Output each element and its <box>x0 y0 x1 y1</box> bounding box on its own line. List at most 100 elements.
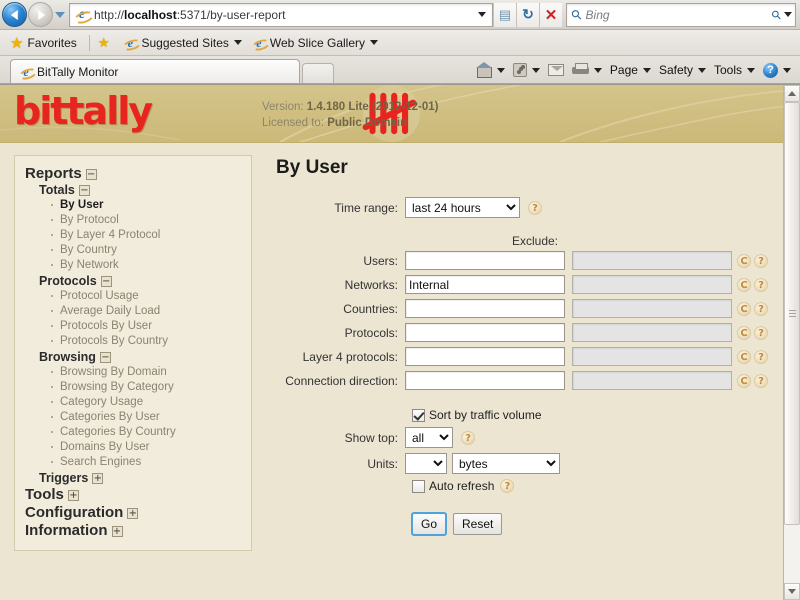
collapse-toggle-icon[interactable]: − <box>100 276 112 287</box>
show-top-select[interactable]: all <box>405 427 453 448</box>
scrollbar-track[interactable] <box>784 102 800 583</box>
print-button[interactable] <box>569 63 605 77</box>
sidebar-group-tools[interactable]: Tools + <box>25 486 245 503</box>
address-dropdown-icon[interactable] <box>474 12 490 17</box>
help-icon[interactable]: ? <box>754 373 768 388</box>
address-input[interactable]: http://localhost:5371/by-user-report <box>69 2 493 27</box>
help-icon[interactable]: ? <box>754 301 768 316</box>
search-input[interactable]: ⚲ Bing ⚲ <box>566 2 796 27</box>
countries-exclude-input[interactable] <box>572 299 732 318</box>
auto-refresh-checkbox[interactable] <box>412 479 425 493</box>
sidebar-subgroup-browsing[interactable]: Browsing − <box>39 350 245 364</box>
countries-input[interactable] <box>405 299 565 318</box>
favorites-item-web-slice-gallery[interactable]: Web Slice Gallery <box>252 36 379 50</box>
layer4-protocols-exclude-input[interactable] <box>572 347 732 366</box>
sidebar-item-by-user[interactable]: By User <box>51 198 245 213</box>
expand-toggle-icon[interactable]: + <box>127 508 139 519</box>
sidebar-item-domains-by-user[interactable]: Domains By User <box>51 440 245 455</box>
help-icon[interactable]: ? <box>754 253 768 268</box>
new-tab-button[interactable] <box>302 63 334 83</box>
sidebar-subgroup-totals[interactable]: Totals − <box>39 183 245 197</box>
sidebar-item-by-protocol[interactable]: By Protocol <box>51 213 245 228</box>
expand-toggle-icon[interactable]: + <box>111 526 123 537</box>
scroll-down-button[interactable] <box>784 583 800 600</box>
clear-icon[interactable]: C <box>737 277 751 292</box>
sidebar-item-by-country[interactable]: By Country <box>51 243 245 258</box>
clear-icon[interactable]: C <box>737 349 751 364</box>
vertical-scrollbar[interactable] <box>783 85 800 600</box>
favorites-item-suggested-sites[interactable]: Suggested Sites <box>123 36 242 50</box>
clear-icon[interactable]: C <box>737 373 751 388</box>
collapse-toggle-icon[interactable]: − <box>78 185 90 196</box>
tools-menu-button[interactable]: Tools <box>711 63 758 77</box>
read-mail-button[interactable] <box>545 64 567 76</box>
units-scale-select[interactable] <box>405 453 447 474</box>
units-type-select[interactable]: bytes <box>452 453 560 474</box>
page-menu-button[interactable]: Page <box>607 63 654 77</box>
home-button[interactable] <box>473 62 508 78</box>
go-button[interactable]: Go <box>410 512 448 536</box>
sidebar-item-protocols-by-country[interactable]: Protocols By Country <box>51 334 245 349</box>
back-button[interactable] <box>2 2 27 27</box>
sidebar-group-information[interactable]: Information + <box>25 522 245 539</box>
help-icon[interactable]: ? <box>754 349 768 364</box>
time-range-select[interactable]: last 24 hours <box>405 197 520 218</box>
users-exclude-input[interactable] <box>572 251 732 270</box>
add-to-favorites-bar-icon[interactable]: ★ <box>98 35 114 51</box>
sidebar-subgroup-protocols[interactable]: Protocols − <box>39 274 245 288</box>
sidebar-item-by-layer-4-protocol[interactable]: By Layer 4 Protocol <box>51 228 245 243</box>
sidebar-item-by-network[interactable]: By Network <box>51 258 245 273</box>
help-icon[interactable]: ? <box>461 430 475 445</box>
sidebar-item-protocols-by-user[interactable]: Protocols By User <box>51 319 245 334</box>
help-menu-button[interactable]: ? <box>760 62 794 78</box>
sidebar-item-categories-by-user[interactable]: Categories By User <box>51 410 245 425</box>
sort-by-traffic-checkbox[interactable] <box>412 408 425 422</box>
expand-toggle-icon[interactable]: + <box>67 490 79 501</box>
help-icon[interactable]: ? <box>500 479 515 493</box>
sidebar-item-average-daily-load[interactable]: Average Daily Load <box>51 304 245 319</box>
sidebar-item-protocol-usage[interactable]: Protocol Usage <box>51 289 245 304</box>
protocols-input[interactable] <box>405 323 565 342</box>
sidebar-group-reports[interactable]: Reports − <box>25 165 245 182</box>
page-viewport: bittally Version: 1.4.180 Lite (2012-12- <box>0 84 800 600</box>
help-icon[interactable]: ? <box>754 325 768 340</box>
protocols-exclude-input[interactable] <box>572 323 732 342</box>
help-icon[interactable]: ? <box>754 277 768 292</box>
forward-button[interactable] <box>28 2 53 27</box>
recent-pages-dropdown[interactable] <box>53 0 67 29</box>
connection-direction-exclude-input[interactable] <box>572 371 732 390</box>
sidebar-subgroup-triggers[interactable]: Triggers + <box>39 471 245 485</box>
collapse-toggle-icon[interactable]: − <box>99 352 111 363</box>
sidebar-group-configuration[interactable]: Configuration + <box>25 504 245 521</box>
expand-toggle-icon[interactable]: + <box>92 473 104 484</box>
collapse-toggle-icon[interactable]: − <box>85 169 97 180</box>
sidebar-item-browsing-by-domain[interactable]: Browsing By Domain <box>51 365 245 380</box>
sidebar-item-browsing-by-category[interactable]: Browsing By Category <box>51 380 245 395</box>
tab-bar: BitTally Monitor Page <box>0 56 800 84</box>
favorites-button[interactable]: ★ Favorites <box>10 34 77 52</box>
search-provider-dropdown-icon[interactable] <box>784 12 792 17</box>
tab-bittally-monitor[interactable]: BitTally Monitor <box>10 59 300 83</box>
sidebar-item-categories-by-country[interactable]: Categories By Country <box>51 425 245 440</box>
networks-input[interactable] <box>405 275 565 294</box>
stop-icon[interactable]: ✕ <box>539 2 562 27</box>
refresh-icon[interactable]: ↻ <box>516 2 539 27</box>
users-input[interactable] <box>405 251 565 270</box>
reset-button[interactable]: Reset <box>453 513 503 535</box>
clear-icon[interactable]: C <box>737 253 751 268</box>
clear-icon[interactable]: C <box>737 325 751 340</box>
scrollbar-thumb[interactable] <box>784 102 800 526</box>
chevron-down-icon <box>496 67 505 73</box>
filter-row-connection-direction: Connection direction: C ? <box>270 371 768 390</box>
layer4-protocols-input[interactable] <box>405 347 565 366</box>
feeds-button[interactable] <box>510 63 543 77</box>
compatibility-view-icon[interactable]: ▤ <box>493 2 516 27</box>
help-icon[interactable]: ? <box>528 200 542 215</box>
connection-direction-input[interactable] <box>405 371 565 390</box>
sidebar-item-search-engines[interactable]: Search Engines <box>51 455 245 470</box>
safety-menu-button[interactable]: Safety <box>656 63 709 77</box>
scroll-up-button[interactable] <box>784 85 800 102</box>
sidebar-item-category-usage[interactable]: Category Usage <box>51 395 245 410</box>
networks-exclude-input[interactable] <box>572 275 732 294</box>
clear-icon[interactable]: C <box>737 301 751 316</box>
